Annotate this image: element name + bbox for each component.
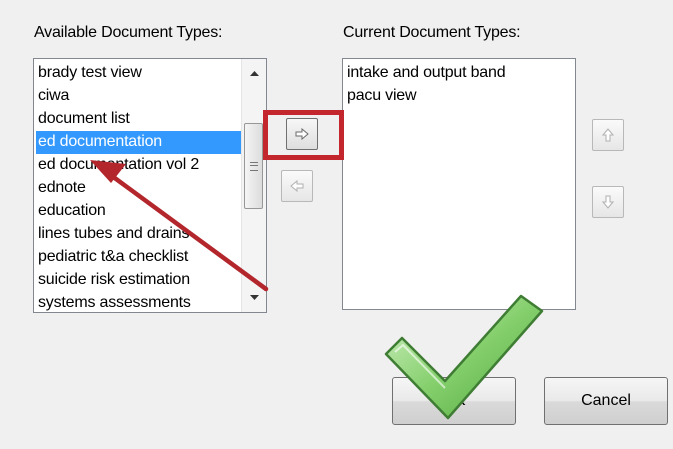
list-item[interactable]: pacu view xyxy=(345,85,575,108)
ok-button[interactable]: OK xyxy=(392,377,516,425)
list-item[interactable]: pediatric t&a checklist xyxy=(36,246,242,269)
arrow-up-icon xyxy=(602,128,614,142)
arrow-right-icon xyxy=(295,128,309,140)
list-item[interactable]: suicide risk estimation xyxy=(36,269,242,292)
ok-button-label: OK xyxy=(442,392,466,409)
remove-button[interactable] xyxy=(281,170,313,202)
list-item[interactable]: lines tubes and drains xyxy=(36,223,242,246)
list-item[interactable]: systems assessments xyxy=(36,292,242,312)
list-item[interactable]: education xyxy=(36,200,242,223)
scroll-down-arrow-icon[interactable] xyxy=(242,286,266,310)
arrow-left-icon xyxy=(290,180,304,192)
move-up-button[interactable] xyxy=(592,119,624,151)
list-item[interactable]: brady test view xyxy=(36,62,242,85)
available-types-label: Available Document Types: xyxy=(34,24,223,41)
scroll-up-arrow-icon[interactable] xyxy=(242,61,266,85)
arrow-down-icon xyxy=(602,195,614,209)
cancel-button-label: Cancel xyxy=(581,392,631,409)
move-down-button[interactable] xyxy=(592,186,624,218)
available-list-scrollbar[interactable] xyxy=(241,59,266,312)
list-item[interactable]: ed documentation vol 2 xyxy=(36,154,242,177)
scroll-thumb[interactable] xyxy=(244,123,263,209)
list-item[interactable]: document list xyxy=(36,108,242,131)
list-item-selected[interactable]: ed documentation xyxy=(36,131,242,154)
list-item[interactable]: ednote xyxy=(36,177,242,200)
current-types-label: Current Document Types: xyxy=(343,24,521,41)
list-item[interactable]: ciwa xyxy=(36,85,242,108)
list-item[interactable]: intake and output band xyxy=(345,62,575,85)
cancel-button[interactable]: Cancel xyxy=(544,377,668,425)
current-types-list[interactable]: intake and output band pacu view xyxy=(342,58,576,310)
add-button[interactable] xyxy=(286,118,318,150)
available-types-list[interactable]: brady test view ciwa document list ed do… xyxy=(33,58,267,313)
